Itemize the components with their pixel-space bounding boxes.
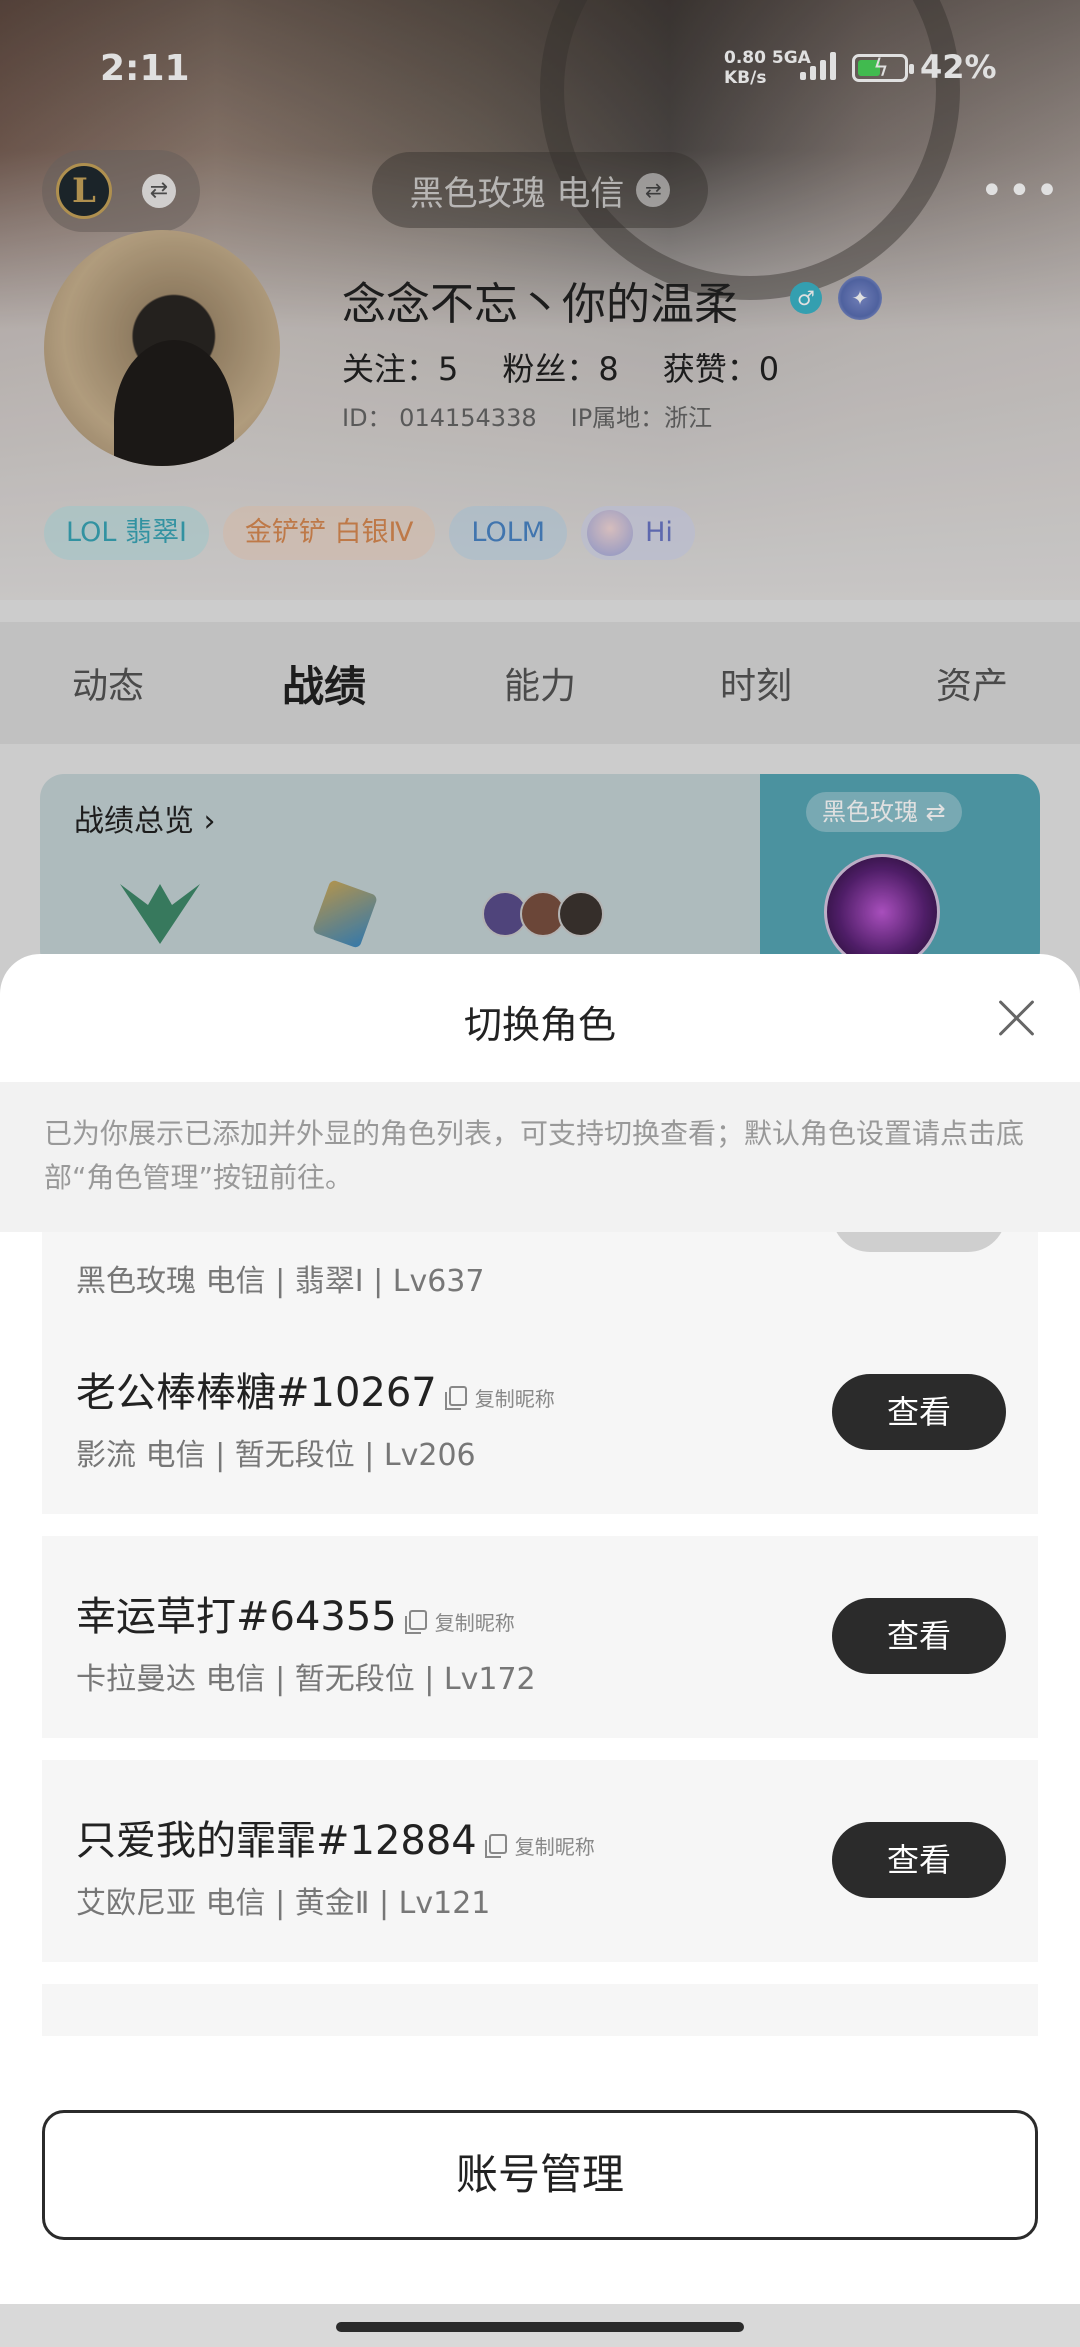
role-name: 幸运草打#64355 复制昵称 [76,1594,515,1640]
current-role-button: 当前 [832,1232,1006,1252]
sheet-notice: 已为你展示已添加并外显的角色列表，可支持切换查看；默认角色设置请点击底部“角色管… [0,1082,1080,1232]
role-name: 老公棒棒糖#10267 复制昵称 [76,1370,555,1416]
copy-nickname-button[interactable]: 复制昵称 [435,1607,515,1636]
sheet-header: 切换角色 [0,954,1080,1082]
copy-nickname-button[interactable]: 复制昵称 [515,1831,595,1860]
copy-icon[interactable] [444,1386,467,1410]
role-name: 只爱我的霏霏#12884 复制昵称 [76,1818,595,1864]
role-list[interactable]: 当前 黑色玫瑰 电信 | 翡翠Ⅰ | Lv637 老公棒棒糖#10267 复制昵… [0,1232,1080,2036]
role-card[interactable]: 老公棒棒糖#10267 复制昵称 影流 电信 | 暂无段位 | Lv206 查看 [42,1312,1038,1514]
close-icon[interactable] [996,998,1036,1038]
view-role-button[interactable]: 查看 [832,1822,1006,1898]
role-card[interactable]: 只爱我的霏霏#12884 复制昵称 艾欧尼亚 电信 | 黄金Ⅱ | Lv121 … [42,1760,1038,1962]
copy-icon[interactable] [484,1834,507,1858]
home-indicator[interactable] [336,2322,744,2332]
view-role-button[interactable]: 查看 [832,1374,1006,1450]
role-info: 黑色玫瑰 电信 | 翡翠Ⅰ | Lv637 [76,1264,485,1299]
role-card[interactable] [42,1984,1038,2036]
role-info: 卡拉曼达 电信 | 暂无段位 | Lv172 [76,1662,536,1697]
switch-role-sheet: 切换角色 已为你展示已添加并外显的角色列表，可支持切换查看；默认角色设置请点击底… [0,954,1080,2347]
view-role-button[interactable]: 查看 [832,1598,1006,1674]
copy-nickname-button[interactable]: 复制昵称 [475,1383,555,1412]
role-info: 艾欧尼亚 电信 | 黄金Ⅱ | Lv121 [76,1886,491,1921]
role-info: 影流 电信 | 暂无段位 | Lv206 [76,1438,476,1473]
sheet-title: 切换角色 [463,1003,616,1047]
copy-icon[interactable] [404,1610,427,1634]
account-manage-button[interactable]: 账号管理 [42,2110,1038,2240]
role-card[interactable]: 幸运草打#64355 复制昵称 卡拉曼达 电信 | 暂无段位 | Lv172 查… [42,1536,1038,1738]
